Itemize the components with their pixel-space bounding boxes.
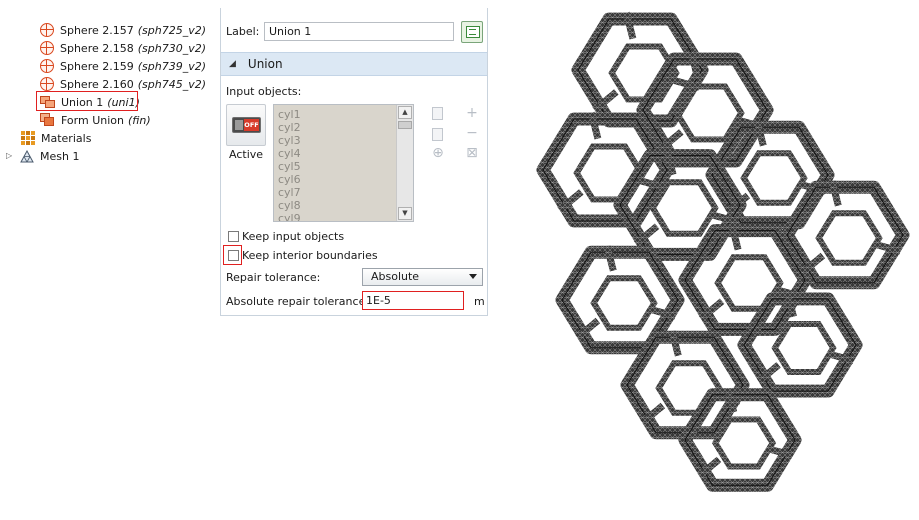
tree-item-sphere-2-157[interactable]: Sphere 2.157 (sph725_v2) (40, 21, 206, 39)
repair-tolerance-select[interactable]: Absolute (362, 268, 483, 286)
copy-icon[interactable] (432, 107, 443, 120)
list-item[interactable]: cyl3 (274, 134, 413, 147)
tree-item-materials[interactable]: Materials (21, 129, 91, 147)
label-input[interactable] (264, 22, 454, 41)
list-item[interactable]: cyl6 (274, 173, 413, 186)
graphics-window[interactable] (500, 0, 919, 520)
lattice-cell-inner (711, 416, 777, 470)
list-item[interactable]: cyl7 (274, 186, 413, 199)
tree-item-tag: (fin) (128, 113, 151, 127)
sphere-icon (40, 77, 54, 91)
expand-arrow-icon[interactable]: ▷ (6, 152, 14, 160)
union-section-header[interactable]: ◢ Union (221, 52, 487, 76)
scroll-up-icon[interactable]: ▲ (398, 106, 412, 119)
tree-item-tag: (sph725_v2) (137, 23, 207, 37)
checkbox-highlight (223, 245, 242, 265)
keep-interior-boundaries-label: Keep interior boundaries (242, 249, 378, 262)
node-note-button[interactable] (461, 21, 483, 43)
zoom-selected-icon[interactable]: ⊕ (430, 145, 446, 161)
list-item[interactable]: cyl9 (274, 212, 413, 221)
tree-item-tag: (sph745_v2) (137, 77, 207, 91)
input-objects-caption: Input objects: (226, 85, 302, 98)
toggle-off-icon: OFF (232, 117, 261, 133)
tree-item-sphere-2-159[interactable]: Sphere 2.159 (sph739_v2) (40, 57, 206, 75)
scroll-thumb[interactable] (398, 121, 412, 129)
list-item[interactable]: cyl8 (274, 199, 413, 212)
lattice-cell-inner (740, 150, 808, 206)
off-text: OFF (244, 119, 259, 131)
clear-selection-icon[interactable]: ⊠ (464, 145, 480, 161)
tree-item-tag: (sph739_v2) (137, 59, 207, 73)
list-item[interactable]: cyl4 (274, 147, 413, 160)
sphere-icon (40, 41, 54, 55)
paste-icon[interactable] (432, 128, 443, 141)
repair-tolerance-caption: Repair tolerance: (226, 271, 321, 284)
unit-label: m (474, 295, 485, 308)
settings-panel: Label: ◢ Union Input objects: OFF Active… (220, 8, 488, 316)
repair-tolerance-value: Absolute (371, 270, 420, 283)
tree-item-label: Sphere 2.157 (60, 23, 134, 37)
form-union-icon (40, 113, 55, 127)
sphere-icon (40, 23, 54, 37)
materials-icon (21, 131, 35, 145)
mesh-icon (20, 149, 34, 163)
tree-item-label: Sphere 2.160 (60, 77, 134, 91)
tree-item-sphere-2-158[interactable]: Sphere 2.158 (sph730_v2) (40, 39, 206, 57)
section-title: Union (247, 57, 283, 71)
chevron-down-icon (469, 274, 477, 279)
label-caption: Label: (226, 25, 260, 38)
list-item[interactable]: cyl5 (274, 160, 413, 173)
keep-input-objects-checkbox[interactable] (228, 231, 239, 242)
absolute-repair-tolerance-caption: Absolute repair tolerance: (226, 295, 370, 308)
absolute-repair-tolerance-input[interactable] (362, 291, 464, 310)
active-toggle-button[interactable]: OFF (226, 104, 266, 146)
tree-item-label: Materials (41, 131, 92, 145)
list-item[interactable]: cyl2 (274, 121, 413, 134)
input-objects-list[interactable]: cyl1 cyl2 cyl3 cyl4 cyl5 cyl6 cyl7 cyl8 … (273, 104, 414, 222)
active-label: Active (229, 148, 264, 161)
lattice-cell-inner (771, 321, 837, 375)
mesh-geometry-render[interactable] (500, 0, 919, 520)
collapse-arrow-icon: ◢ (229, 59, 236, 69)
sphere-icon (40, 59, 54, 73)
tree-item-mesh-1[interactable]: ▷ Mesh 1 (6, 147, 79, 165)
tree-item-label: Sphere 2.159 (60, 59, 134, 73)
lattice-cell-inner (590, 275, 658, 331)
scroll-down-icon[interactable]: ▼ (398, 207, 412, 220)
tree-item-tag: (sph730_v2) (137, 41, 207, 55)
keep-input-objects-label: Keep input objects (242, 230, 345, 243)
tree-item-label: Mesh 1 (40, 149, 80, 163)
tree-selection-highlight (36, 91, 138, 111)
list-scrollbar[interactable]: ▲ ▼ (396, 105, 413, 221)
tree-item-label: Form Union (61, 113, 124, 127)
list-item[interactable]: cyl1 (274, 108, 413, 121)
lattice-cell-inner (815, 210, 883, 266)
tree-item-form-union[interactable]: Form Union (fin) (40, 111, 151, 129)
lattice-cell-inner (649, 179, 719, 237)
truncated-octahedron-lattice (536, 11, 910, 492)
remove-icon[interactable]: − (464, 125, 480, 141)
tree-item-label: Sphere 2.158 (60, 41, 134, 55)
add-icon[interactable]: + (464, 105, 480, 121)
